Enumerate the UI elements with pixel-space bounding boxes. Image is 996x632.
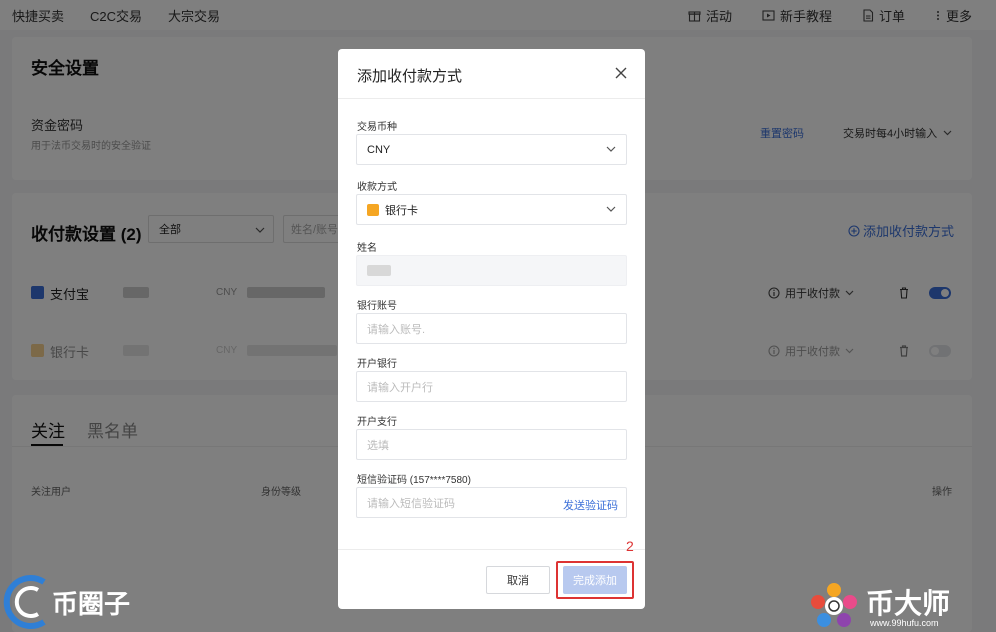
bank-input[interactable]: 请输入开户行	[356, 371, 627, 402]
chevron-down-icon	[606, 146, 616, 152]
branch-label: 开户支行	[357, 417, 397, 428]
sms-code-placeholder: 请输入短信验证码	[367, 497, 455, 510]
account-input[interactable]: 请输入账号.	[356, 313, 627, 344]
cancel-button[interactable]: 取消	[486, 566, 550, 594]
watermark-right-text: 币大师	[866, 588, 951, 619]
modal-title: 添加收付款方式	[357, 68, 463, 85]
watermark-left-text: 币圈子	[52, 589, 131, 619]
watermark-right-url: www.99hufu.com	[870, 618, 939, 628]
chevron-down-icon	[606, 206, 616, 212]
bank-label: 开户银行	[357, 359, 397, 370]
branch-input[interactable]: 选填	[356, 429, 627, 460]
sms-code-input[interactable]: 请输入短信验证码 发送验证码	[356, 487, 627, 518]
step-number: 2	[626, 538, 634, 554]
add-payment-modal: 添加收付款方式 交易币种 CNY 收款方式 银行卡 姓名 银行账号 请输入账号.…	[338, 49, 645, 609]
currency-value: CNY	[367, 143, 391, 156]
method-select[interactable]: 银行卡	[356, 194, 627, 225]
method-label: 收款方式	[357, 182, 397, 193]
send-code-button[interactable]: 发送验证码	[563, 497, 618, 513]
highlight-box	[556, 561, 634, 599]
watermark-left: 币圈子	[0, 574, 150, 632]
method-value: 银行卡	[385, 204, 418, 217]
account-label: 银行账号	[357, 301, 397, 312]
masked-name	[367, 265, 391, 276]
bq-logo-icon	[3, 575, 46, 629]
name-field	[356, 255, 627, 286]
modal-header: 添加收付款方式	[338, 49, 645, 99]
name-label: 姓名	[357, 243, 377, 254]
currency-select[interactable]: CNY	[356, 134, 627, 165]
bank-card-icon	[367, 203, 379, 216]
flower-logo-icon	[811, 583, 857, 627]
close-icon[interactable]	[614, 66, 628, 80]
watermark-right: 币大师 www.99hufu.com	[806, 580, 996, 632]
sms-label: 短信验证码 (157****7580)	[357, 475, 471, 486]
currency-label: 交易币种	[357, 122, 397, 133]
